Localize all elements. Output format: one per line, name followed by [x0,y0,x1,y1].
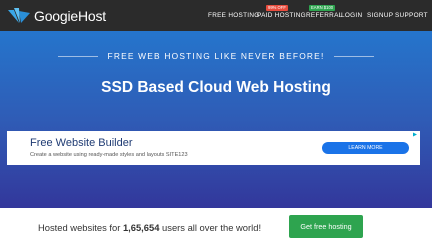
ad-banner[interactable]: Free Website Builder Create a website us… [7,131,420,165]
nav-free-hosting[interactable]: FREE HOSTING [208,12,260,20]
tagline-divider-right [334,56,374,57]
ad-learn-more-button[interactable]: LEARN MORE [322,142,409,154]
brand-logo[interactable]: GoogieHost [7,7,106,25]
get-free-hosting-button[interactable]: Get free hosting [289,215,363,238]
nav-signup[interactable]: SIGNUP [367,12,393,20]
stats-prefix: Hosted websites for [38,222,123,233]
hero-title: SSD Based Cloud Web Hosting [101,79,331,96]
nav-paid-hosting[interactable]: PAID HOSTING [257,12,306,20]
top-navbar: GoogieHost FREE HOSTING 99% OFF PAID HOS… [0,0,432,31]
stats-suffix: users all over the world! [159,222,262,233]
ad-choices-icon[interactable] [412,132,418,137]
brand-name: GoogieHost [34,8,106,24]
nav-referral-badge: EARN $100 [309,5,336,11]
nav-paid-hosting-badge: 99% OFF [266,5,288,11]
nav-login[interactable]: LOGIN [341,12,362,20]
ad-description: Create a website using ready-made styles… [30,152,188,158]
nav-support[interactable]: SUPPORT [395,12,428,20]
stats-section: Hosted websites for 1,65,654 users all o… [0,208,432,243]
ad-headline[interactable]: Free Website Builder [30,137,133,150]
hosted-websites-text: Hosted websites for 1,65,654 users all o… [38,222,261,234]
nav-referral[interactable]: REFERRAL [306,12,343,20]
wing-logo-icon [8,8,30,23]
users-count: 1,65,654 [122,222,160,233]
hero-banner: FREE WEB HOSTING LIKE NEVER BEFORE! SSD … [0,31,432,208]
